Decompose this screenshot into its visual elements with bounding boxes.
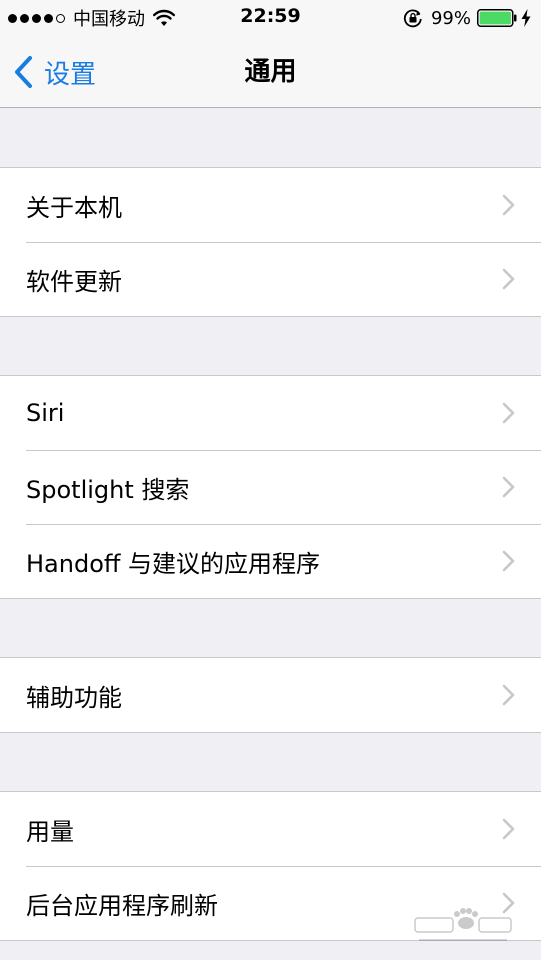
settings-row-handoff[interactable]: Handoff 与建议的应用程序 — [0, 524, 541, 598]
row-label: 后台应用程序刷新 — [26, 891, 218, 920]
row-label: 辅助功能 — [26, 683, 122, 712]
chevron-left-icon — [15, 56, 32, 88]
row-label: Handoff 与建议的应用程序 — [26, 549, 321, 578]
settings-group-search: Siri Spotlight 搜索 Handoff 与建议的应用程序 — [0, 375, 541, 599]
row-label: Spotlight 搜索 — [26, 475, 190, 504]
row-label: 软件更新 — [26, 267, 122, 296]
settings-group-about: 关于本机 软件更新 — [0, 167, 541, 317]
settings-group-accessibility: 辅助功能 — [0, 657, 541, 733]
row-label: 关于本机 — [26, 193, 122, 222]
settings-row-siri[interactable]: Siri — [0, 376, 541, 450]
rotation-lock-icon — [403, 9, 422, 28]
settings-row-spotlight[interactable]: Spotlight 搜索 — [0, 450, 541, 524]
row-label: 用量 — [26, 817, 74, 846]
navigation-bar: 设置 通用 — [0, 36, 541, 108]
settings-row-about[interactable]: 关于本机 — [0, 168, 541, 242]
settings-row-usage[interactable]: 用量 — [0, 792, 541, 866]
status-bar-right: 99% — [403, 6, 531, 30]
back-button[interactable]: 设置 — [12, 36, 96, 108]
back-button-label: 设置 — [44, 59, 97, 90]
settings-row-accessibility[interactable]: 辅助功能 — [0, 658, 541, 732]
settings-row-software-update[interactable]: 软件更新 — [0, 242, 541, 316]
charging-bolt-icon — [521, 9, 531, 27]
chevron-right-icon — [502, 194, 515, 216]
chevron-right-icon — [502, 402, 515, 424]
chevron-right-icon — [502, 550, 515, 572]
row-label: Siri — [26, 399, 65, 427]
chevron-right-icon — [502, 268, 515, 290]
status-bar: 中国移动 22:59 99% — [0, 0, 541, 36]
chevron-right-icon — [502, 684, 515, 706]
chevron-right-icon — [502, 818, 515, 840]
battery-percentage: 99% — [430, 7, 471, 29]
chevron-right-icon — [502, 476, 515, 498]
battery-icon — [477, 9, 517, 27]
baidu-jingyan-watermark-icon — [414, 908, 512, 941]
